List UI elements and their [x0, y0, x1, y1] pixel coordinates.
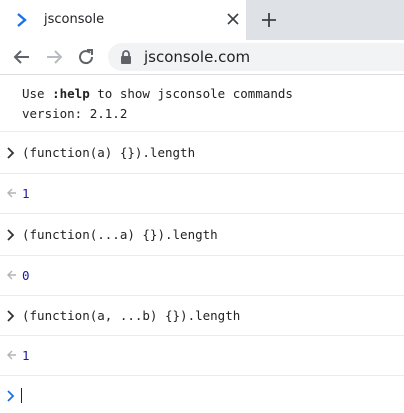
console-input: (function(a) {}).length: [22, 145, 196, 160]
console-output-row: 0: [0, 256, 404, 296]
chevron-right-icon: [17, 13, 27, 27]
intro-help-line: Use :help to show jsconsole commands: [22, 86, 293, 101]
chevron-right-icon: [7, 390, 15, 402]
intro-text: Use: [22, 86, 53, 101]
console-input: (function(a, ...b) {}).length: [22, 308, 241, 323]
reload-icon[interactable]: [76, 47, 96, 67]
console-output: 0: [22, 268, 30, 283]
console: Use :help to show jsconsole commands ver…: [0, 75, 404, 413]
close-icon[interactable]: [226, 12, 240, 26]
console-output: 1: [22, 348, 30, 363]
console-output-row: 1: [0, 174, 404, 214]
chevron-right-icon: [7, 229, 15, 241]
browser-tab[interactable]: jsconsole: [0, 0, 246, 40]
console-output-row: 1: [0, 336, 404, 376]
text-caret: [21, 388, 22, 403]
arrow-left-icon[interactable]: [12, 47, 32, 67]
console-intro: Use :help to show jsconsole commands ver…: [0, 75, 404, 132]
console-output: 1: [22, 186, 30, 201]
return-arrow-icon: [7, 350, 16, 360]
tab-strip: jsconsole: [0, 0, 404, 40]
console-prompt[interactable]: [0, 375, 404, 413]
console-input-row[interactable]: (function(a) {}).length: [0, 132, 404, 174]
console-input-row[interactable]: (function(...a) {}).length: [0, 214, 404, 256]
chevron-right-icon: [7, 147, 15, 159]
lock-icon[interactable]: [120, 50, 132, 64]
plus-icon[interactable]: [261, 12, 277, 28]
chevron-right-icon: [7, 310, 15, 322]
return-arrow-icon: [7, 270, 16, 280]
help-command: :help: [52, 86, 90, 101]
return-arrow-icon: [7, 188, 16, 198]
address-url: jsconsole.com: [144, 48, 251, 66]
console-input: (function(...a) {}).length: [22, 227, 218, 242]
toolbar: jsconsole.com: [0, 40, 404, 74]
arrow-right-icon[interactable]: [44, 47, 64, 67]
intro-text: to show jsconsole commands: [89, 86, 293, 101]
tab-title: jsconsole: [44, 12, 105, 27]
console-input-row[interactable]: (function(a, ...b) {}).length: [0, 296, 404, 336]
address-bar[interactable]: jsconsole.com: [108, 43, 404, 71]
version-line: version: 2.1.2: [22, 106, 128, 121]
